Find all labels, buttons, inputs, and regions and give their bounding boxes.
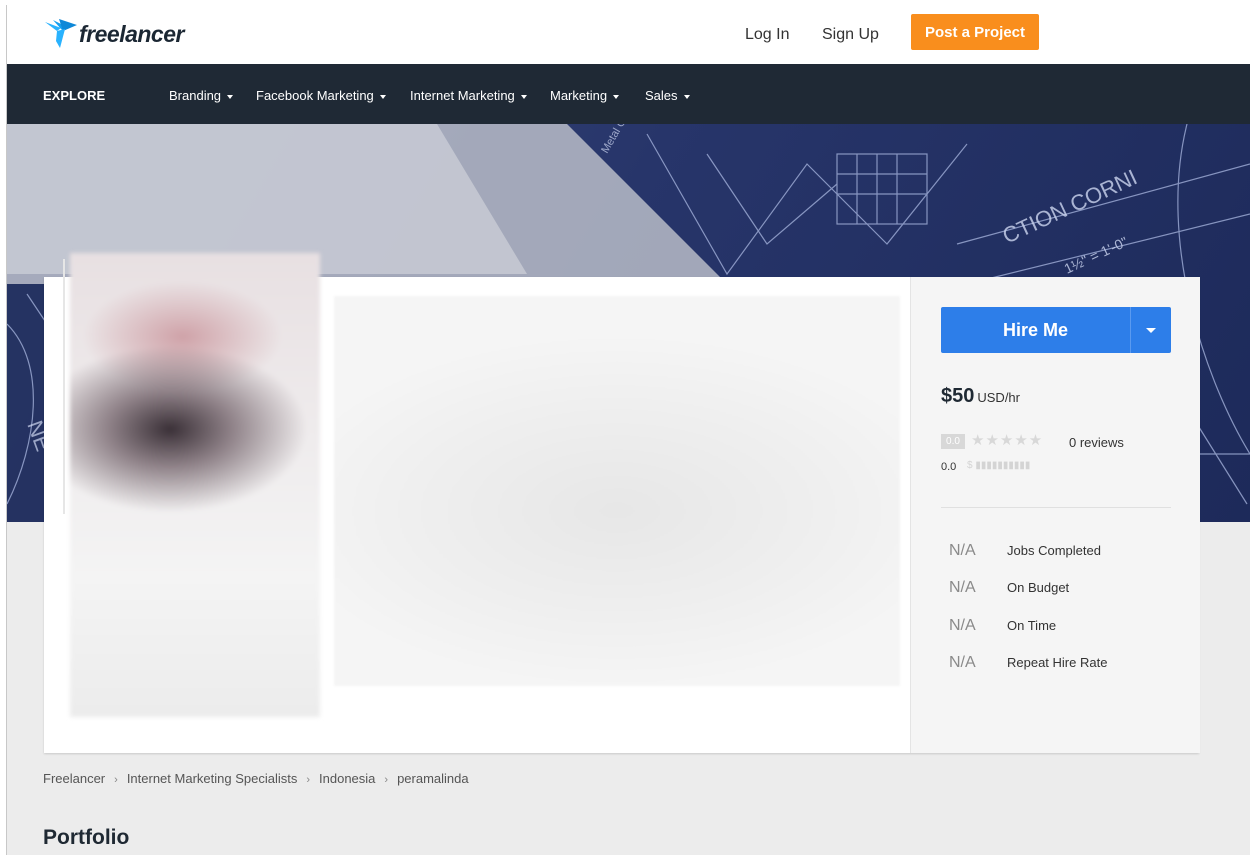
stat-label: Repeat Hire Rate — [1007, 655, 1108, 670]
nav-item-branding[interactable]: Branding — [169, 88, 234, 103]
divider — [941, 507, 1171, 508]
svg-text:Metal Gutter: Metal Gutter — [599, 124, 640, 156]
stat-label: On Time — [1007, 618, 1057, 633]
stat-value: N/A — [949, 579, 976, 596]
breadcrumb-freelancer[interactable]: Freelancer — [43, 771, 105, 786]
rate-unit: USD/hr — [977, 390, 1020, 405]
stat-on-budget: N/A On Budget — [949, 579, 1069, 597]
post-project-button[interactable]: Post a Project — [911, 14, 1039, 50]
caret-down-icon — [379, 94, 386, 99]
caret-down-icon — [227, 94, 234, 99]
chevron-right-icon: › — [384, 774, 389, 786]
earnings-bar-icon: $ ▮▮▮▮▮▮▮▮▮▮ — [967, 460, 1031, 471]
star-rating-icon: ★★★★★ — [971, 432, 1044, 449]
logo-text: freelancer — [79, 20, 184, 47]
nav-item-label: Branding — [169, 88, 222, 103]
breadcrumb: Freelancer › Internet Marketing Specialist… — [43, 771, 469, 786]
category-nav: EXPLORE Branding Facebook Marketing Inte… — [7, 64, 1250, 124]
nav-item-facebook-marketing[interactable]: Facebook Marketing — [256, 88, 386, 103]
photo-frame-edge — [63, 259, 65, 514]
top-header: freelancer Log In Sign Up Post a Project — [7, 6, 1250, 64]
caret-down-icon — [520, 94, 527, 99]
stat-on-time: N/A On Time — [949, 617, 1056, 635]
profile-card: Hire Me $50 USD/hr 0.0 ★★★★★ 0 reviews 0.… — [44, 253, 1200, 753]
login-link[interactable]: Log In — [745, 26, 789, 44]
signup-link[interactable]: Sign Up — [822, 26, 879, 44]
profile-avatar — [70, 253, 320, 717]
stat-value: N/A — [949, 617, 976, 634]
portfolio-heading: Portfolio — [43, 826, 130, 849]
rate-amount: $50 — [941, 385, 975, 407]
rating-badge: 0.0 — [941, 434, 965, 449]
hire-me-button[interactable]: Hire Me — [941, 307, 1130, 353]
bird-logo-icon — [45, 19, 77, 48]
nav-item-internet-marketing[interactable]: Internet Marketing — [410, 88, 527, 103]
freelancer-logo[interactable]: freelancer — [43, 16, 184, 52]
breadcrumb-category[interactable]: Internet Marketing Specialists — [127, 771, 298, 786]
nav-item-label: Marketing — [550, 88, 608, 103]
hire-options-dropdown[interactable] — [1130, 307, 1171, 353]
chevron-right-icon: › — [114, 774, 118, 786]
earnings-score: 0.0 — [941, 461, 957, 473]
breadcrumb-country[interactable]: Indonesia — [319, 771, 375, 786]
caret-down-icon — [683, 94, 690, 99]
stat-label: On Budget — [1007, 580, 1070, 595]
profile-summary-blurred — [334, 296, 900, 686]
nav-item-label: Sales — [645, 88, 678, 103]
caret-down-icon — [613, 94, 620, 99]
explore-label: EXPLORE — [43, 88, 106, 103]
chevron-right-icon: › — [306, 774, 311, 786]
chevron-down-icon — [1146, 328, 1156, 333]
stat-jobs-completed: N/A Jobs Completed — [949, 542, 1101, 560]
stat-value: N/A — [949, 654, 976, 671]
hourly-rate: $50 USD/hr — [941, 385, 1020, 408]
svg-text:1½" = 1'-0": 1½" = 1'-0" — [1062, 233, 1131, 276]
stat-repeat-hire-rate: N/A Repeat Hire Rate — [949, 654, 1107, 672]
nav-item-marketing[interactable]: Marketing — [550, 88, 620, 103]
breadcrumb-username[interactable]: peramalinda — [397, 771, 469, 786]
nav-item-sales[interactable]: Sales — [645, 88, 690, 103]
nav-item-label: Facebook Marketing — [256, 88, 374, 103]
stat-label: Jobs Completed — [1007, 543, 1101, 558]
nav-item-label: Internet Marketing — [410, 88, 515, 103]
stat-value: N/A — [949, 542, 976, 559]
reviews-count[interactable]: 0 reviews — [1069, 435, 1124, 450]
hire-sidebar: Hire Me $50 USD/hr 0.0 ★★★★★ 0 reviews 0.… — [910, 277, 1200, 753]
